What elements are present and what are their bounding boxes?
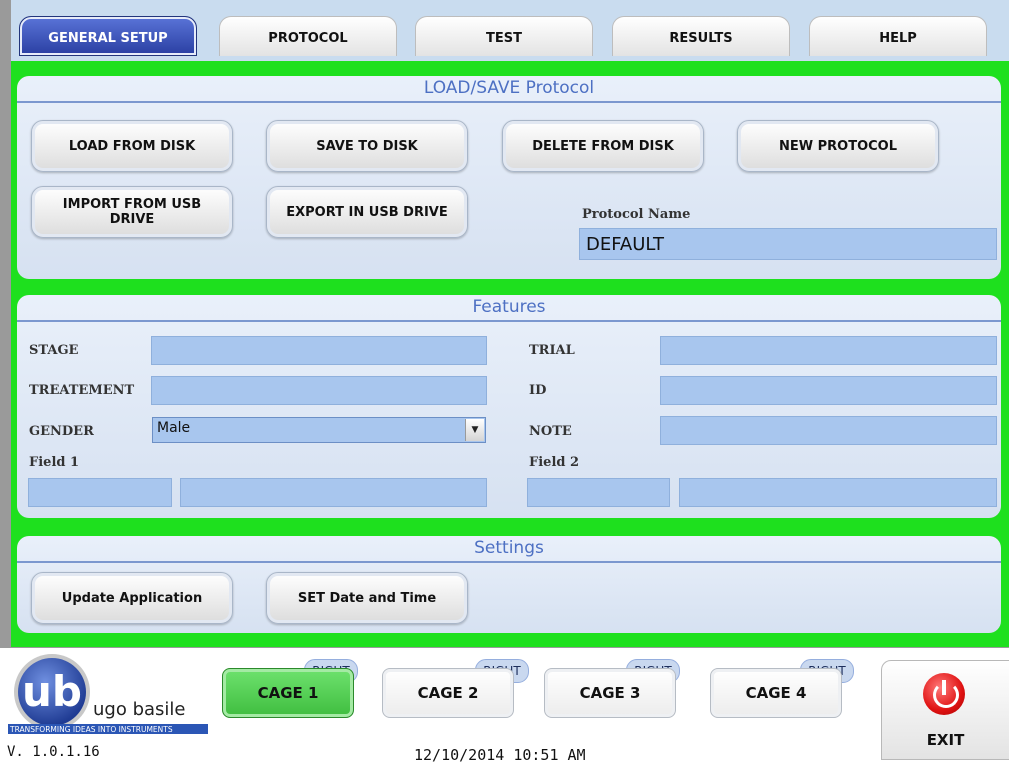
panel-title: Settings — [17, 536, 1001, 563]
tab-general-setup[interactable]: GENERAL SETUP — [19, 16, 197, 56]
gender-value: Male — [157, 420, 191, 436]
exit-button[interactable]: EXIT — [881, 660, 1009, 760]
exit-label: EXIT — [926, 731, 965, 749]
field2-input-a[interactable] — [527, 478, 670, 507]
protocol-name-label: Protocol Name — [582, 207, 691, 222]
stage-label: STAGE — [29, 343, 79, 358]
note-label: NOTE — [529, 424, 572, 439]
set-date-time-button[interactable]: SET Date and Time — [266, 572, 468, 624]
panel-title: Features — [17, 295, 1001, 322]
power-icon — [923, 673, 965, 715]
cage-4-button[interactable]: CAGE 4 — [710, 668, 842, 718]
tab-label: PROTOCOL — [268, 31, 348, 46]
tab-label: RESULTS — [669, 31, 733, 46]
button-label: EXPORT IN USB DRIVE — [286, 204, 448, 220]
field2-input-b[interactable] — [679, 478, 997, 507]
tab-protocol[interactable]: PROTOCOL — [219, 16, 397, 56]
chevron-down-icon[interactable]: ▼ — [465, 419, 484, 441]
id-field[interactable] — [660, 376, 997, 405]
cage-3-button[interactable]: CAGE 3 — [544, 668, 676, 718]
new-protocol-button[interactable]: NEW PROTOCOL — [737, 120, 939, 172]
trial-label: TRIAL — [529, 343, 575, 358]
button-label: SAVE TO DISK — [316, 138, 418, 154]
protocol-name-field[interactable]: DEFAULT — [579, 228, 997, 260]
tab-results[interactable]: RESULTS — [612, 16, 790, 56]
tab-label: TEST — [486, 31, 522, 46]
trial-field[interactable] — [660, 336, 997, 365]
protocol-name-value: DEFAULT — [586, 234, 664, 255]
button-label: IMPORT FROM USB DRIVE — [62, 197, 202, 227]
svg-text:ub: ub — [22, 667, 82, 716]
cage-label: CAGE 3 — [579, 684, 641, 702]
datetime-label: 12/10/2014 10:51 AM — [414, 746, 586, 764]
id-label: ID — [529, 383, 547, 398]
tab-help[interactable]: HELP — [809, 16, 987, 56]
cage-2-button[interactable]: CAGE 2 — [382, 668, 514, 718]
tab-test[interactable]: TEST — [415, 16, 593, 56]
ugo-basile-logo: ub ugo basile TRANSFORMING IDEAS INTO IN… — [8, 654, 208, 734]
field2-label: Field 2 — [529, 455, 580, 470]
button-label: LOAD FROM DISK — [68, 138, 196, 154]
cage-1-button[interactable]: CAGE 1 — [222, 668, 354, 718]
brand-name: ugo basile — [93, 699, 185, 720]
treatement-field[interactable] — [151, 376, 487, 405]
export-usb-button[interactable]: EXPORT IN USB DRIVE — [266, 186, 468, 238]
treatement-label: TREATEMENT — [29, 383, 135, 398]
field1-label: Field 1 — [29, 455, 80, 470]
tab-label: HELP — [879, 31, 917, 46]
tab-label: GENERAL SETUP — [48, 30, 168, 46]
update-application-button[interactable]: Update Application — [31, 572, 233, 624]
save-to-disk-button[interactable]: SAVE TO DISK — [266, 120, 468, 172]
button-label: DELETE FROM DISK — [532, 138, 674, 154]
button-label: NEW PROTOCOL — [778, 138, 897, 154]
button-label: SET Date and Time — [297, 590, 437, 606]
panel-title: LOAD/SAVE Protocol — [17, 76, 1001, 103]
brand-tagline: TRANSFORMING IDEAS INTO INSTRUMENTS — [9, 725, 173, 734]
delete-from-disk-button[interactable]: DELETE FROM DISK — [502, 120, 704, 172]
note-field[interactable] — [660, 416, 997, 445]
button-label: Update Application — [61, 590, 203, 606]
field1-input-a[interactable] — [28, 478, 172, 507]
stage-field[interactable] — [151, 336, 487, 365]
gender-label: GENDER — [29, 424, 94, 439]
version-label: V. 1.0.1.16 — [7, 744, 100, 760]
cage-label: CAGE 4 — [745, 684, 807, 702]
field1-input-b[interactable] — [180, 478, 487, 507]
cage-label: CAGE 2 — [417, 684, 479, 702]
gender-select[interactable]: Male ▼ — [152, 417, 486, 443]
cage-label: CAGE 1 — [257, 684, 319, 702]
load-from-disk-button[interactable]: LOAD FROM DISK — [31, 120, 233, 172]
import-usb-button[interactable]: IMPORT FROM USB DRIVE — [31, 186, 233, 238]
